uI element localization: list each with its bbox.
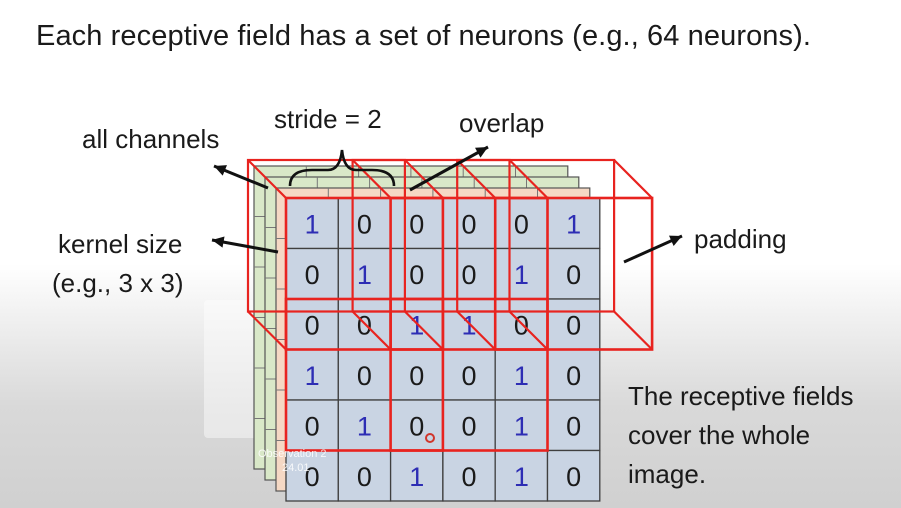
grid-cell: 0	[337, 449, 392, 502]
grid-cell-value: 0	[462, 209, 477, 239]
grid-cell-value: 1	[357, 411, 372, 441]
grid-cell-value: 0	[409, 209, 424, 239]
overlay-text-1: Observation 2	[258, 448, 327, 460]
grid-cell-value: 0	[357, 361, 372, 391]
grid-cell: 0	[389, 399, 444, 452]
grid-cell: 0	[389, 197, 444, 250]
grid-cell: 0	[442, 399, 496, 452]
grid-cell: 1	[285, 348, 339, 401]
grid-cell-value: 0	[462, 260, 477, 290]
grid-cell: 0	[546, 449, 601, 502]
grid-cell-value: 1	[305, 361, 320, 391]
grid-cell-value: 0	[357, 462, 372, 492]
grid-cell: 0	[546, 298, 601, 351]
caption: The receptive fields cover the whole ima…	[628, 377, 853, 494]
grid-cell-value: 1	[409, 462, 424, 492]
grid-cell: 0	[442, 197, 496, 250]
overlay-text-2: 24.01	[282, 462, 310, 474]
grid-cell: 1	[285, 197, 339, 250]
grid-cell: 0	[442, 348, 496, 401]
grid-cell-value: 1	[409, 310, 424, 340]
grid-cell-value: 0	[305, 310, 320, 340]
grid-cell: 0	[494, 197, 549, 250]
grid-cell-value: 1	[514, 361, 529, 391]
grid-cell: 1	[494, 449, 549, 502]
grid-cell-value: 0	[514, 310, 529, 340]
grid-cell: 1	[546, 197, 601, 250]
grid-cell-value: 1	[305, 209, 320, 239]
grid-cell: 0	[337, 348, 392, 401]
grid-cell-value: 0	[357, 310, 372, 340]
grid-cell: 0	[389, 247, 444, 300]
grid-cell: 0	[389, 348, 444, 401]
grid-cell-value: 0	[357, 209, 372, 239]
grid-cell: 0	[285, 298, 339, 351]
caption-line-2: cover the whole	[628, 420, 811, 450]
grid-cell-value: 1	[462, 310, 477, 340]
grid-cell-value: 0	[566, 462, 581, 492]
grid-cell: 1	[494, 399, 549, 452]
grid-cell-value: 0	[409, 361, 424, 391]
caption-line-3: image.	[628, 459, 707, 489]
grid-cell-value: 0	[305, 411, 320, 441]
grid-cell: 1	[494, 247, 549, 300]
grid-cell-value: 0	[462, 361, 477, 391]
grid-cell: 1	[337, 247, 392, 300]
grid-cell-value: 1	[514, 411, 529, 441]
grid-cell: 0	[337, 197, 392, 250]
grid-cell-value: 0	[409, 260, 424, 290]
grid-cell: 0	[546, 247, 601, 300]
grid-cell: 1	[389, 449, 444, 502]
grid-cell-value: 0	[566, 260, 581, 290]
grid-cell: 0	[546, 348, 601, 401]
grid-cell: 1	[494, 348, 549, 401]
grid-cell: 0	[285, 247, 339, 300]
grid-cell-value: 0	[566, 411, 581, 441]
grid-cell: 0	[285, 399, 339, 452]
grid-cell-value: 1	[514, 260, 529, 290]
grid-cell-value: 0	[305, 260, 320, 290]
grid-cell-value: 0	[409, 411, 424, 441]
grid-cell-value: 0	[462, 462, 477, 492]
grid-cell: 0	[546, 399, 601, 452]
grid-cell-value: 0	[514, 209, 529, 239]
grid-cell-value: 1	[566, 209, 581, 239]
grid-cell-value: 1	[357, 260, 372, 290]
grid-cell-value: 0	[566, 310, 581, 340]
grid-cell: 1	[337, 399, 392, 452]
grid-cell-value: 0	[462, 411, 477, 441]
grid-cell-value: 1	[514, 462, 529, 492]
caption-line-1: The receptive fields	[628, 381, 854, 411]
grid-cell: 0	[442, 247, 496, 300]
grid-cell: 0	[442, 449, 496, 502]
grid-cell-value: 0	[566, 361, 581, 391]
